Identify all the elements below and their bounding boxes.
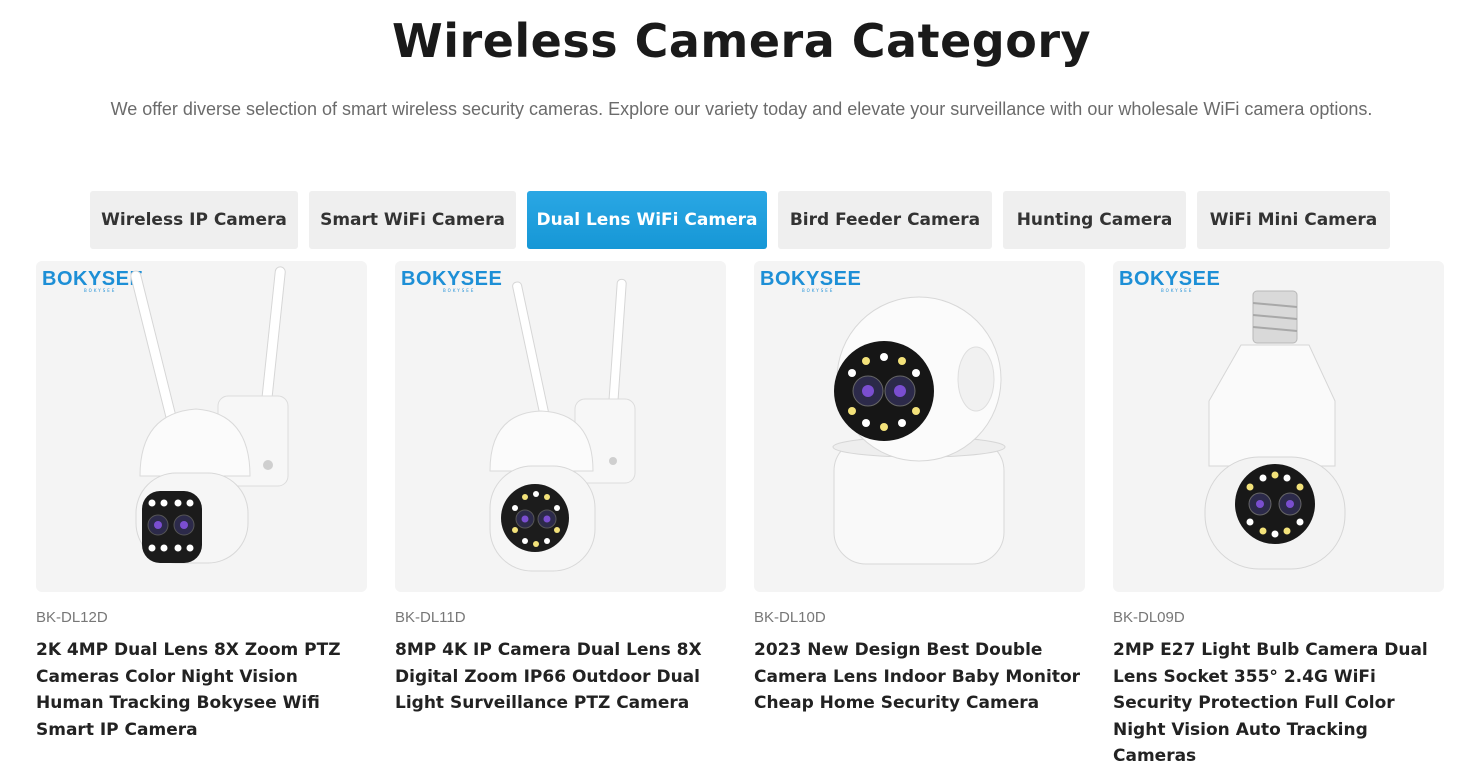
tab-hunting-camera[interactable]: Hunting Camera [1003,191,1186,249]
product-card: BOKYSEE BOKYSEE BK-DL12D 2K 4MP Dual Len… [36,261,367,742]
product-image[interactable]: BOKYSEE BOKYSEE [754,261,1085,592]
product-image[interactable]: BOKYSEE BOKYSEE [395,261,726,592]
tab-bird-feeder-camera[interactable]: Bird Feeder Camera [778,191,992,249]
product-name[interactable]: 2K 4MP Dual Lens 8X Zoom PTZ Cameras Col… [36,637,367,743]
product-name[interactable]: 2023 New Design Best Double Camera Lens … [754,637,1085,717]
product-card: BOKYSEE BOKYSEE BK-DL10D 2023 New Design… [754,261,1085,742]
category-tabs: Wireless IP Camera Smart WiFi Camera Dua… [0,191,1483,249]
tab-wifi-mini-camera[interactable]: WiFi Mini Camera [1197,191,1390,249]
indoor-pan-tilt-camera-icon [832,296,1006,565]
outdoor-ptz-camera-icon [130,266,289,564]
product-card: BOKYSEE BOKYSEE BK-DL09D 2MP E27 Light B… [1113,261,1444,766]
product-sku: BK-DL09D [1113,609,1185,626]
product-name[interactable]: 2MP E27 Light Bulb Camera Dual Lens Sock… [1113,637,1444,770]
product-sku: BK-DL11D [395,609,466,626]
product-name[interactable]: 8MP 4K IP Camera Dual Lens 8X Digital Zo… [395,637,726,717]
product-sku: BK-DL12D [36,609,108,626]
light-bulb-camera-icon [1204,290,1346,570]
outdoor-ptz-camera-icon [489,278,636,572]
section-subtitle: We offer diverse selection of smart wire… [110,99,1373,119]
product-image[interactable]: BOKYSEE BOKYSEE [36,261,367,592]
product-sku: BK-DL10D [754,609,826,626]
tab-wireless-ip-camera[interactable]: Wireless IP Camera [90,191,298,249]
tab-dual-lens-wifi-camera[interactable]: Dual Lens WiFi Camera [527,191,767,249]
section-title: Wireless Camera Category [392,14,1091,68]
product-image[interactable]: BOKYSEE BOKYSEE [1113,261,1444,592]
tab-smart-wifi-camera[interactable]: Smart WiFi Camera [309,191,516,249]
product-card: BOKYSEE BOKYSEE BK-DL11D 8MP 4K IP Camer… [395,261,726,742]
